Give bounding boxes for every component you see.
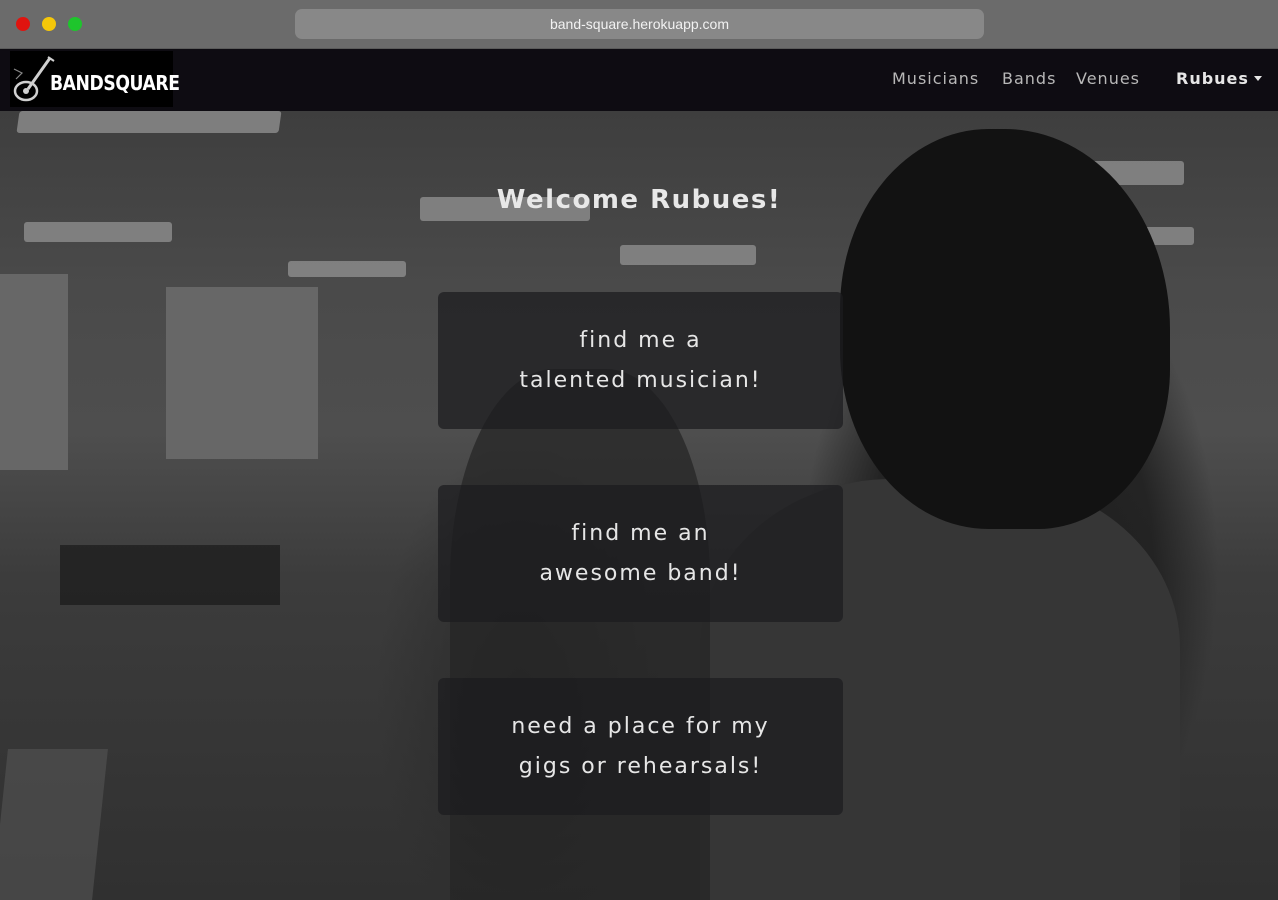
card-line: awesome band! (539, 560, 742, 586)
nav-musicians[interactable]: Musicians (892, 69, 979, 88)
address-bar[interactable]: band-square.herokuapp.com (295, 9, 984, 39)
browser-chrome: band-square.herokuapp.com (0, 0, 1278, 49)
card-line: talented musician! (519, 367, 762, 393)
brand-name: BANDSQUARE (50, 71, 180, 95)
caret-down-icon (1253, 76, 1262, 81)
nav-bands[interactable]: Bands (1002, 69, 1056, 88)
close-window-button[interactable] (16, 17, 30, 31)
card-line: find me a (579, 327, 702, 353)
maximize-window-button[interactable] (68, 17, 82, 31)
page: BANDSQUARE Musicians Bands Venues Rubues… (0, 49, 1278, 900)
welcome-heading: Welcome Rubues! (496, 185, 782, 215)
find-venue-card[interactable]: need a place for my gigs or rehearsals! (438, 678, 843, 815)
user-name: Rubues (1176, 69, 1249, 88)
minimize-window-button[interactable] (42, 17, 56, 31)
brand-logo[interactable]: BANDSQUARE (10, 51, 180, 107)
find-musician-card[interactable]: find me a talented musician! (438, 292, 843, 429)
card-line: find me an (571, 520, 710, 546)
user-menu-dropdown[interactable]: Rubues (1176, 69, 1262, 88)
find-band-card[interactable]: find me an awesome band! (438, 485, 843, 622)
card-line: gigs or rehearsals! (518, 753, 763, 779)
navbar: BANDSQUARE Musicians Bands Venues Rubues (0, 49, 1278, 111)
card-line: need a place for my (511, 713, 770, 739)
nav-venues[interactable]: Venues (1076, 69, 1140, 88)
